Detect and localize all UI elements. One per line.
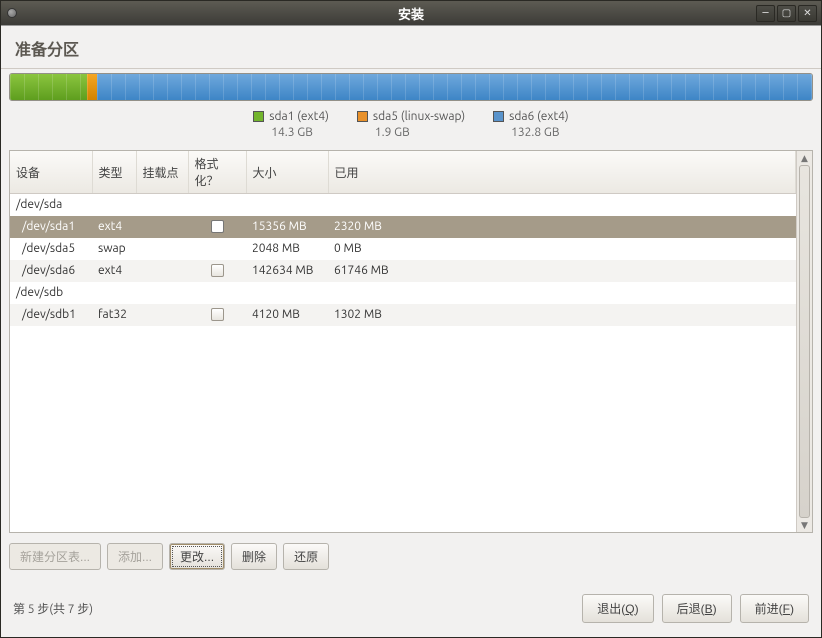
disk-segment bbox=[87, 74, 97, 100]
table-header-row: 设备 类型 挂载点 格式化？ 大小 已用 bbox=[10, 151, 796, 194]
cell: swap bbox=[92, 238, 136, 260]
minimize-button[interactable]: ─ bbox=[756, 5, 775, 22]
legend-swatch-icon bbox=[253, 111, 264, 122]
legend-label: sda5 (linux-swap) bbox=[373, 110, 465, 123]
cell bbox=[246, 282, 328, 304]
app-indicator-icon bbox=[7, 8, 17, 18]
table-row[interactable]: /dev/sda bbox=[10, 194, 796, 216]
col-used[interactable]: 已用 bbox=[328, 151, 796, 194]
disk-usage-bar bbox=[9, 73, 813, 101]
format-checkbox[interactable] bbox=[211, 264, 224, 277]
table-row[interactable]: /dev/sda6ext4 142634 MB61746 MB bbox=[10, 260, 796, 282]
window-title: 安装 bbox=[398, 4, 424, 23]
titlebar[interactable]: 安装 ─ ▢ ✕ bbox=[1, 1, 821, 25]
add-button[interactable]: 添加... bbox=[107, 543, 163, 570]
col-type[interactable]: 类型 bbox=[92, 151, 136, 194]
col-format[interactable]: 格式化？ bbox=[188, 151, 246, 194]
quit-button[interactable]: 退出(Q) bbox=[582, 594, 653, 623]
cell: /dev/sdb bbox=[10, 282, 92, 304]
cell-format bbox=[188, 216, 246, 238]
cell-format bbox=[188, 194, 246, 216]
cell: 0 MB bbox=[328, 238, 796, 260]
format-checkbox[interactable] bbox=[211, 220, 224, 233]
legend-swatch-icon bbox=[357, 111, 368, 122]
legend-label: sda1 (ext4) bbox=[269, 110, 329, 123]
cell: 4120 MB bbox=[246, 304, 328, 326]
disk-segment bbox=[97, 74, 812, 100]
disk-legend: sda1 (ext4) 14.3 GB sda5 (linux-swap) 1.9 G… bbox=[9, 101, 813, 150]
table-row[interactable]: /dev/sda1ext4 15356 MB2320 MB bbox=[10, 216, 796, 238]
cell bbox=[328, 282, 796, 304]
legend-item: sda5 (linux-swap) 1.9 GB bbox=[357, 109, 465, 140]
cell bbox=[136, 194, 188, 216]
cell-format bbox=[188, 282, 246, 304]
change-button[interactable]: 更改... bbox=[169, 543, 225, 570]
cell: /dev/sda5 bbox=[10, 238, 92, 260]
maximize-button[interactable]: ▢ bbox=[777, 5, 796, 22]
cell bbox=[328, 194, 796, 216]
col-device[interactable]: 设备 bbox=[10, 151, 92, 194]
page-title: 准备分区 bbox=[1, 26, 821, 68]
close-button[interactable]: ✕ bbox=[798, 5, 817, 22]
disk-usage-bar-wrap: sda1 (ext4) 14.3 GB sda5 (linux-swap) 1.9 G… bbox=[1, 69, 821, 150]
cell: /dev/sda bbox=[10, 194, 92, 216]
legend-item: sda1 (ext4) 14.3 GB bbox=[253, 109, 329, 140]
legend-size: 14.3 GB bbox=[253, 125, 329, 141]
window-controls: ─ ▢ ✕ bbox=[756, 5, 821, 22]
footer: 第 5 步(共 7 步) 退出(Q) 后退(B) 前进(F) bbox=[1, 580, 821, 637]
legend-size: 1.9 GB bbox=[357, 125, 465, 141]
col-size[interactable]: 大小 bbox=[246, 151, 328, 194]
table-row[interactable]: /dev/sda5swap 2048 MB0 MB bbox=[10, 238, 796, 260]
table-row[interactable]: /dev/sdb1fat32 4120 MB1302 MB bbox=[10, 304, 796, 326]
partition-actions: 新建分区表... 添加... 更改... 删除 还原 bbox=[1, 533, 821, 580]
legend-size: 132.8 GB bbox=[493, 125, 569, 141]
revert-button[interactable]: 还原 bbox=[283, 543, 329, 570]
format-checkbox[interactable] bbox=[211, 308, 224, 321]
cell: ext4 bbox=[92, 216, 136, 238]
col-mount[interactable]: 挂载点 bbox=[136, 151, 188, 194]
cell: 15356 MB bbox=[246, 216, 328, 238]
cell bbox=[92, 282, 136, 304]
step-label: 第 5 步(共 7 步) bbox=[13, 600, 93, 617]
partition-table-body: 设备 类型 挂载点 格式化？ 大小 已用 /dev/sda /dev/sda1e… bbox=[10, 151, 796, 532]
cell bbox=[136, 238, 188, 260]
cell: 2320 MB bbox=[328, 216, 796, 238]
delete-button[interactable]: 删除 bbox=[231, 543, 277, 570]
cell: 2048 MB bbox=[246, 238, 328, 260]
cell: /dev/sda6 bbox=[10, 260, 92, 282]
cell: 142634 MB bbox=[246, 260, 328, 282]
cell-format bbox=[188, 260, 246, 282]
legend-label: sda6 (ext4) bbox=[509, 110, 569, 123]
legend-item: sda6 (ext4) 132.8 GB bbox=[493, 109, 569, 140]
cell bbox=[136, 304, 188, 326]
table-row[interactable]: /dev/sdb bbox=[10, 282, 796, 304]
cell: 1302 MB bbox=[328, 304, 796, 326]
scroll-up-icon[interactable]: ▲ bbox=[797, 151, 812, 165]
cell bbox=[92, 194, 136, 216]
legend-swatch-icon bbox=[493, 111, 504, 122]
scroll-down-icon[interactable]: ▼ bbox=[797, 518, 812, 532]
cell bbox=[136, 260, 188, 282]
cell: fat32 bbox=[92, 304, 136, 326]
partition-table-frame: 设备 类型 挂载点 格式化？ 大小 已用 /dev/sda /dev/sda1e… bbox=[9, 150, 813, 533]
installer-window: 安装 ─ ▢ ✕ 准备分区 sda1 (ext4) 14.3 GB sda5 (li… bbox=[0, 0, 822, 638]
cell bbox=[246, 194, 328, 216]
disk-segment bbox=[10, 74, 87, 100]
cell: /dev/sdb1 bbox=[10, 304, 92, 326]
new-partition-table-button[interactable]: 新建分区表... bbox=[9, 543, 101, 570]
forward-button[interactable]: 前进(F) bbox=[740, 594, 809, 623]
back-button[interactable]: 后退(B) bbox=[662, 594, 732, 623]
scrollbar[interactable]: ▲ ▼ bbox=[796, 151, 812, 532]
scroll-thumb[interactable] bbox=[799, 165, 810, 518]
partition-table-wrap: 设备 类型 挂载点 格式化？ 大小 已用 /dev/sda /dev/sda1e… bbox=[1, 150, 821, 533]
cell-format bbox=[188, 238, 246, 260]
content-area: 准备分区 sda1 (ext4) 14.3 GB sda5 (linux-swap)… bbox=[1, 25, 821, 637]
cell: ext4 bbox=[92, 260, 136, 282]
cell: 61746 MB bbox=[328, 260, 796, 282]
cell-format bbox=[188, 304, 246, 326]
partition-table[interactable]: 设备 类型 挂载点 格式化？ 大小 已用 /dev/sda /dev/sda1e… bbox=[10, 151, 796, 326]
cell: /dev/sda1 bbox=[10, 216, 92, 238]
cell bbox=[136, 282, 188, 304]
cell bbox=[136, 216, 188, 238]
